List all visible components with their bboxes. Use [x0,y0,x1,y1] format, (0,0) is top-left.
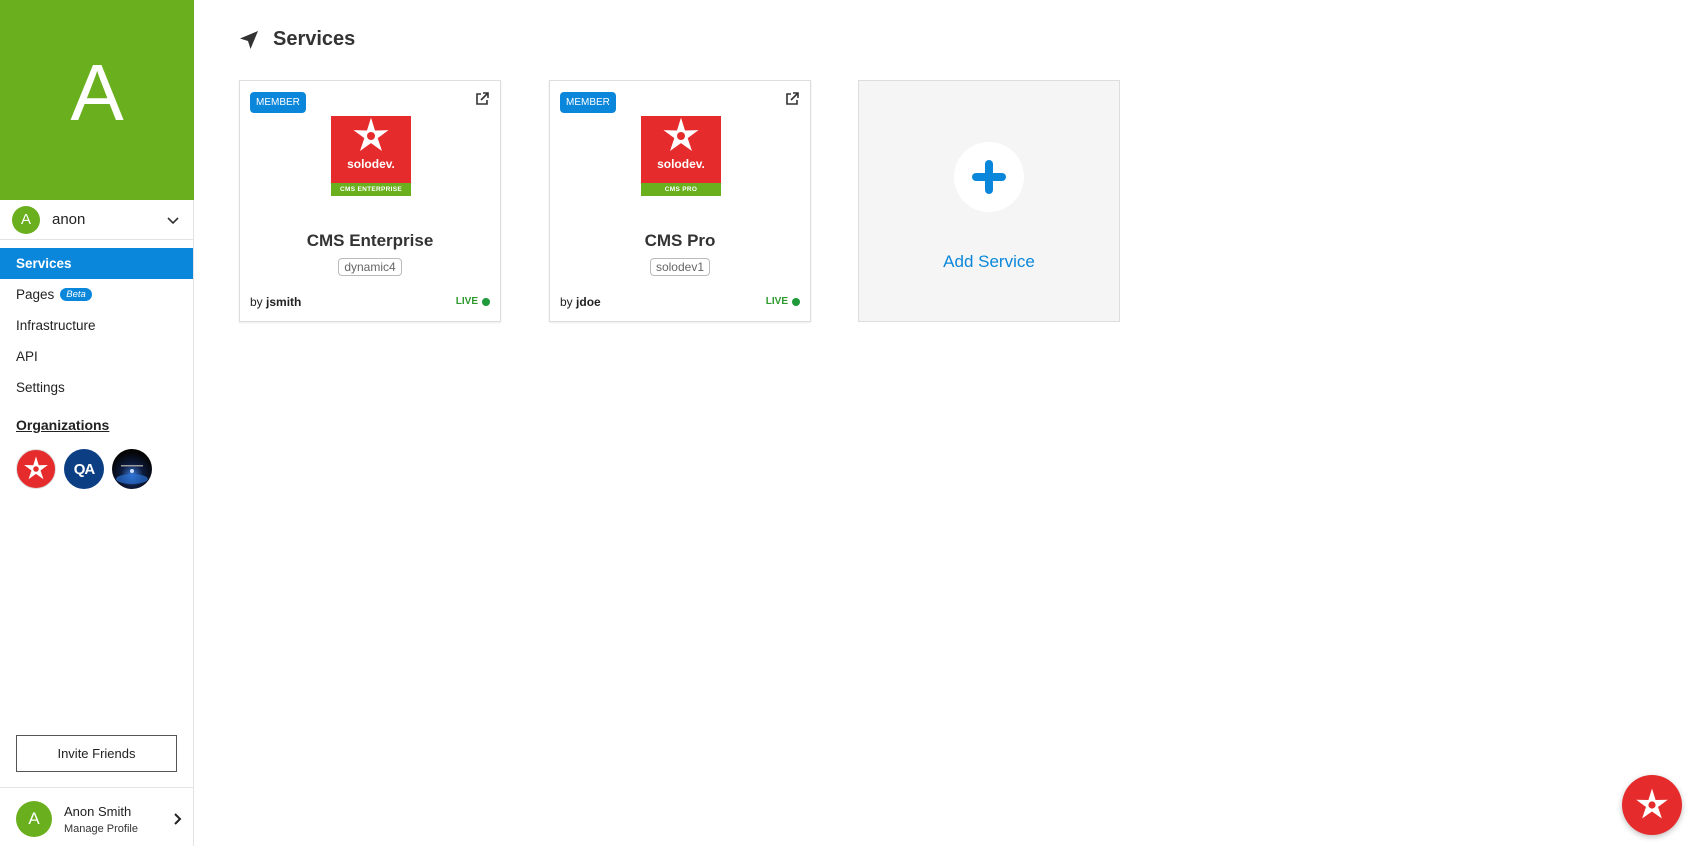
service-logo: solodev. CMS ENTERPRISE [331,116,411,196]
organizations-link[interactable]: Organizations [16,417,193,433]
account-hero: A [0,0,194,200]
author-name: jdoe [576,295,601,309]
status-badge: LIVE [456,296,490,307]
sidebar-item-label: Pages [16,287,55,302]
page-header: Services [239,28,355,51]
sidebar-item-label: API [16,349,38,364]
logo-wordmark: solodev. [347,157,395,171]
invite-friends-button[interactable]: Invite Friends [16,735,177,772]
beta-badge: Beta [60,288,92,301]
status-dot-icon [792,297,800,306]
hero-letter: A [70,48,124,137]
service-tag: dynamic4 [338,258,402,276]
navigation-arrow-icon [240,30,258,49]
profile-avatar: A [16,801,52,837]
service-tag: solodev1 [649,258,711,276]
page-title: Services [273,28,356,50]
add-service-card[interactable]: Add Service [858,80,1120,322]
org-space-avatar[interactable] [112,449,152,489]
solodev-star-icon [24,456,48,480]
organization-list: QA [16,449,193,489]
org-solodev-avatar[interactable] [16,449,56,489]
logo-product-label: CMS ENTERPRISE [331,183,411,196]
sidebar-item-infrastructure[interactable]: Infrastructure [0,310,193,341]
solodev-star-icon [353,117,389,151]
logo-wordmark: solodev. [657,157,705,171]
service-title: CMS Pro [644,231,716,250]
sidebar-item-label: Infrastructure [16,318,96,333]
account-avatar: A [12,205,40,234]
status-label: LIVE [765,296,788,307]
logo-product-label: CMS PRO [641,183,721,196]
status-badge: LIVE [766,296,800,307]
solodev-star-icon [663,117,699,151]
chevron-down-icon[interactable] [165,212,181,228]
sidebar-item-pages[interactable]: Pages Beta [0,279,193,310]
account-name: anon [52,211,86,228]
sidebar-item-api[interactable]: API [0,341,193,372]
org-qa-avatar[interactable]: QA [64,449,104,489]
profile-name: Anon Smith [64,803,132,819]
member-badge: MEMBER [250,92,306,113]
plus-icon [972,160,1006,194]
service-card[interactable]: MEMBER solodev. CMS PRO CMS Pro solodev1… [549,80,811,322]
divider [0,787,194,788]
sidebar-item-label: Settings [16,380,65,395]
add-service-label: Add Service [943,252,1035,271]
profile-menu[interactable]: A Anon Smith Manage Profile [0,795,194,843]
status-dot-icon [482,297,490,306]
help-chat-button[interactable] [1622,775,1682,835]
chevron-right-icon[interactable] [170,812,184,826]
add-service-button[interactable] [954,142,1024,212]
service-card[interactable]: MEMBER solodev. CMS ENTERPRISE CMS Enter… [239,80,501,322]
service-logo: solodev. CMS PRO [641,116,721,196]
external-link-icon[interactable] [474,91,490,107]
external-link-icon[interactable] [784,91,800,107]
sidebar-item-settings[interactable]: Settings [0,372,193,403]
space-globe-icon [116,465,148,484]
org-qa-label: QA [73,460,95,478]
sidebar-nav: Services Pages Beta Infrastructure API Se… [0,248,193,403]
service-author: by jsmith [250,295,301,309]
sidebar-item-services[interactable]: Services [0,248,193,279]
service-title: CMS Enterprise [306,231,434,250]
author-prefix: by [560,295,573,309]
manage-profile-link[interactable]: Manage Profile [64,823,170,835]
sidebar-item-label: Services [16,256,72,271]
author-prefix: by [250,295,263,309]
member-badge: MEMBER [560,92,616,113]
status-label: LIVE [455,296,478,307]
account-switcher[interactable]: A anon [0,200,193,240]
sidebar: A A anon Services Pages Beta Infrastructu… [0,0,194,846]
author-name: jsmith [266,295,302,309]
solodev-star-icon [1636,788,1668,819]
service-author: by jdoe [560,295,601,309]
